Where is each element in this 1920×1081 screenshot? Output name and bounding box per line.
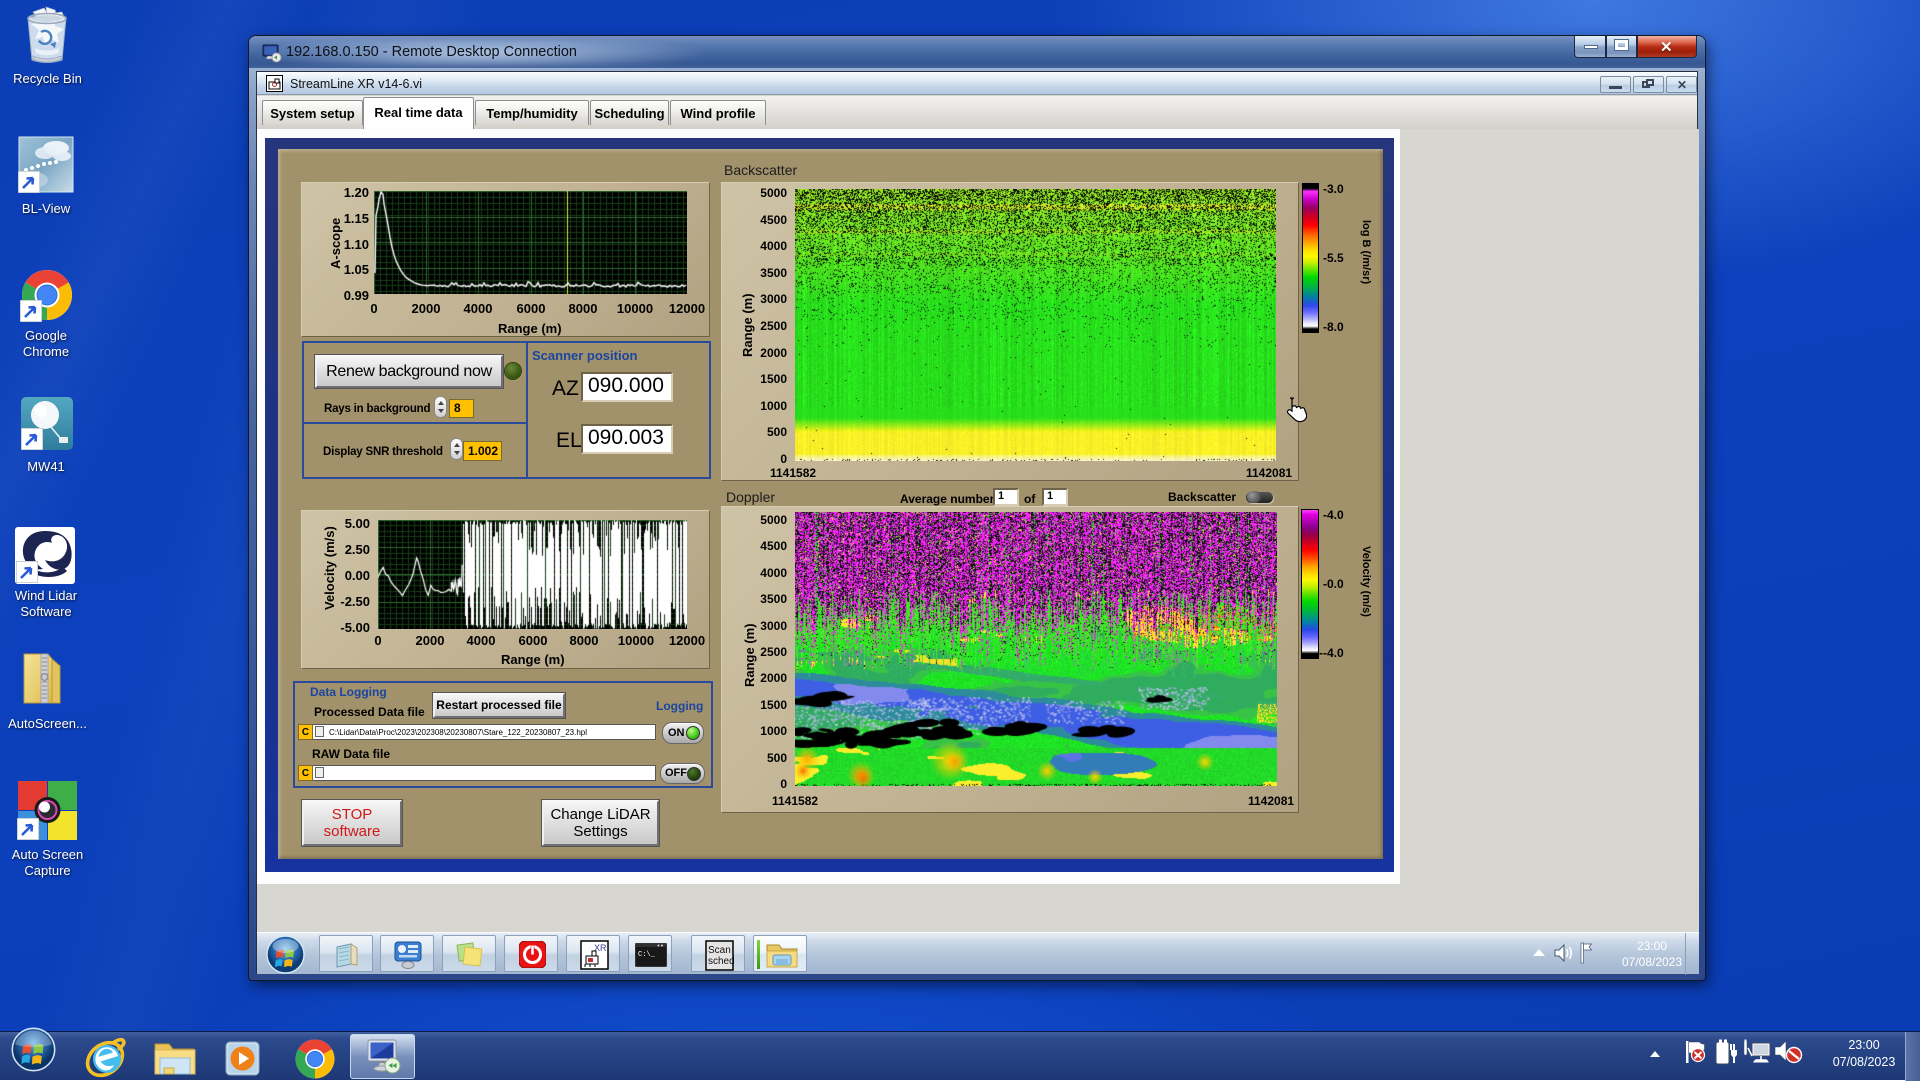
svg-text:Scan: Scan	[708, 945, 731, 956]
svg-text:sched: sched	[708, 956, 734, 967]
svg-text:C:\_: C:\_	[638, 951, 656, 959]
